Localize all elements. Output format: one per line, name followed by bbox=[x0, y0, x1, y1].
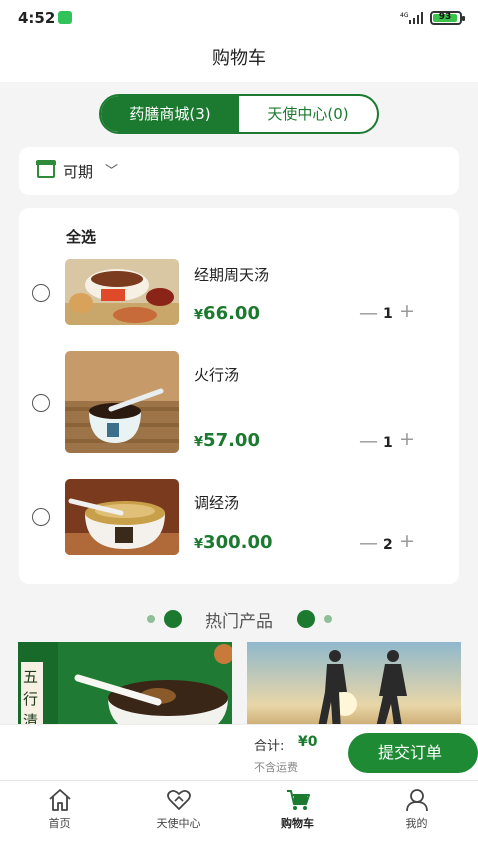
quantity-value: 1 bbox=[383, 435, 393, 451]
shop-icon bbox=[36, 160, 56, 178]
tab-home[interactable]: 首页 bbox=[0, 781, 119, 837]
total-value: ¥0 bbox=[298, 734, 318, 750]
signal-icon: 4G bbox=[400, 12, 423, 24]
decrease-button[interactable]: — bbox=[359, 302, 378, 324]
svg-text:4G: 4G bbox=[400, 12, 409, 19]
checkout-bar: 合计: ¥0 不含运费 提交订单 bbox=[0, 724, 478, 780]
product-image bbox=[65, 259, 179, 325]
hot-product-card[interactable]: 五 行 清 bbox=[18, 642, 232, 732]
status-time: 4:52 bbox=[18, 9, 56, 27]
product-image: 五 行 清 bbox=[18, 642, 232, 732]
bottom-tab-bar: 首页 天使中心 购物车 我的 bbox=[0, 780, 478, 836]
tab-profile[interactable]: 我的 bbox=[357, 781, 476, 837]
product-image bbox=[247, 642, 461, 732]
tab-angel-center[interactable]: 天使中心(0) bbox=[239, 96, 377, 132]
item-price: ¥66.00 bbox=[194, 303, 260, 324]
quantity-value: 1 bbox=[383, 306, 393, 322]
item-checkbox[interactable] bbox=[32, 508, 50, 526]
cart-item: 调经汤 ¥300.00 — 2 + bbox=[19, 476, 459, 580]
item-checkbox[interactable] bbox=[32, 284, 50, 302]
user-icon bbox=[406, 789, 428, 812]
decrease-button[interactable]: — bbox=[359, 430, 378, 452]
heart-icon bbox=[167, 789, 191, 810]
decor-dot bbox=[324, 615, 332, 623]
tab-herbal-mall[interactable]: 药膳商城(3) bbox=[101, 96, 239, 132]
submit-order-button[interactable]: 提交订单 bbox=[348, 733, 478, 773]
home-icon bbox=[49, 789, 71, 811]
item-price: ¥300.00 bbox=[194, 532, 273, 553]
product-image bbox=[65, 479, 179, 555]
hot-products-header: 热门产品 bbox=[0, 607, 478, 632]
tab-cart[interactable]: 购物车 bbox=[238, 781, 357, 837]
total-label: 合计: bbox=[254, 739, 285, 754]
cart-list: 全选 经期周天汤 ¥66.00 — 1 + 火行汤 ¥57.00 — 1 + 调… bbox=[19, 208, 459, 584]
wechat-icon bbox=[58, 11, 72, 24]
select-all-label[interactable]: 全选 bbox=[66, 226, 96, 247]
item-name: 经期周天汤 bbox=[194, 266, 270, 284]
increase-button[interactable]: + bbox=[399, 428, 415, 450]
hot-products-title: 热门产品 bbox=[205, 612, 273, 632]
item-name: 火行汤 bbox=[194, 366, 240, 384]
filter-label: 可期 bbox=[63, 163, 94, 181]
cart-item: 火行汤 ¥57.00 — 1 + bbox=[19, 348, 459, 453]
item-price: ¥57.00 bbox=[194, 430, 260, 451]
svg-text:五: 五 bbox=[23, 668, 38, 686]
increase-button[interactable]: + bbox=[399, 530, 415, 552]
product-image bbox=[65, 351, 179, 453]
item-checkbox[interactable] bbox=[32, 394, 50, 412]
system-nav-area bbox=[0, 836, 478, 850]
cart-icon bbox=[287, 790, 310, 810]
increase-button[interactable]: + bbox=[399, 300, 415, 322]
svg-text:行: 行 bbox=[23, 690, 38, 708]
decor-dot bbox=[297, 610, 315, 628]
battery-icon: 93 bbox=[430, 11, 465, 25]
tab-angel-center-nav[interactable]: 天使中心 bbox=[119, 781, 238, 837]
shipping-note: 不含运费 bbox=[254, 761, 298, 774]
page-title: 购物车 bbox=[0, 36, 478, 82]
period-filter[interactable]: 可期 ﹀ bbox=[19, 147, 459, 195]
hot-product-card[interactable] bbox=[247, 642, 461, 732]
decrease-button[interactable]: — bbox=[359, 532, 378, 554]
item-name: 调经汤 bbox=[194, 494, 240, 512]
chevron-down-icon: ﹀ bbox=[105, 164, 119, 179]
status-bar: 4:52 4G 93 bbox=[0, 0, 478, 36]
quantity-value: 2 bbox=[383, 537, 393, 553]
cart-item: 经期周天汤 ¥66.00 — 1 + bbox=[19, 254, 459, 358]
segment-control: 药膳商城(3) 天使中心(0) bbox=[99, 94, 379, 134]
